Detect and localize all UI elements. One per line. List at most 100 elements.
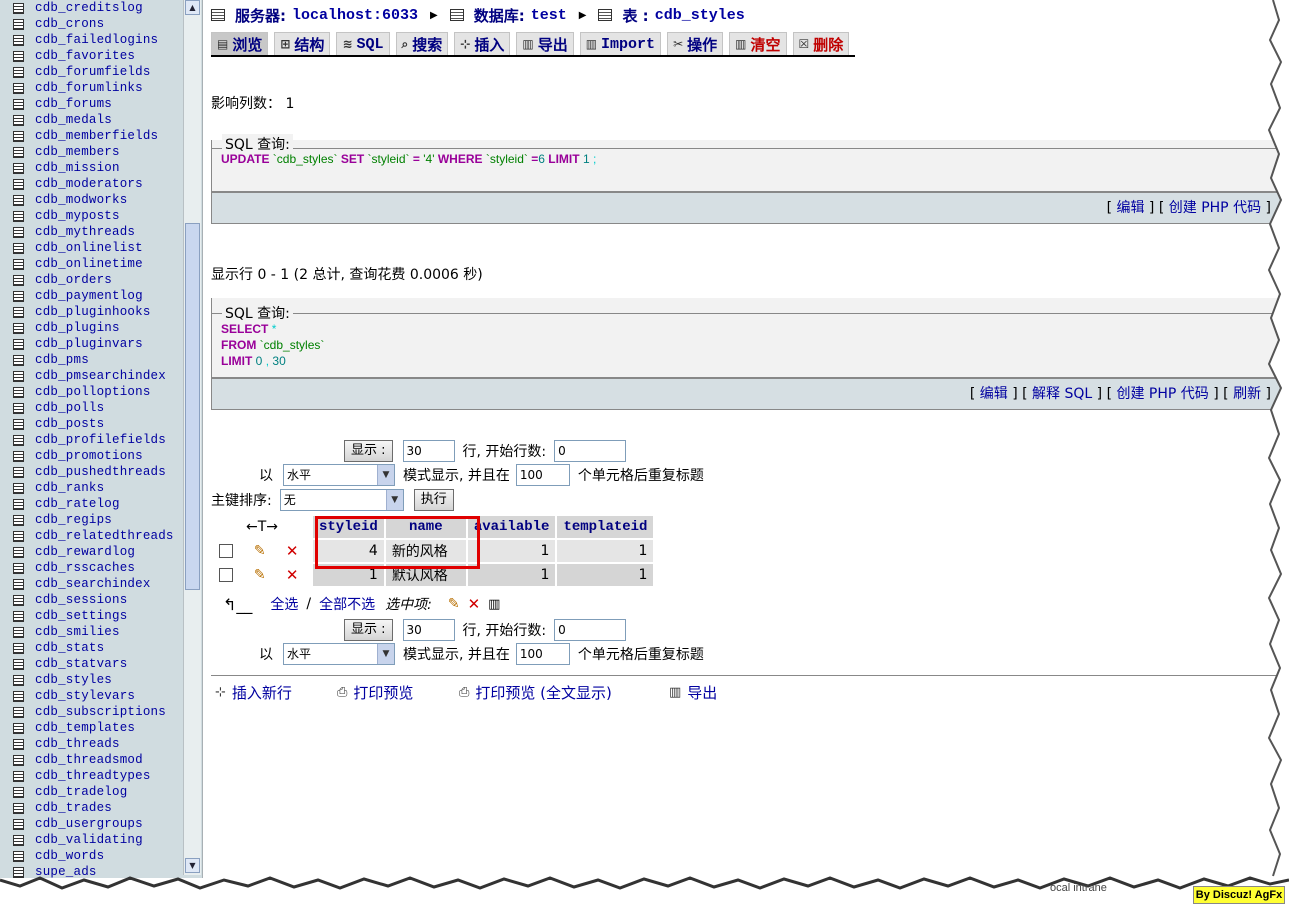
sidebar-table-item[interactable]: cdb_words — [0, 848, 182, 864]
sidebar-table-item[interactable]: cdb_myposts — [0, 208, 182, 224]
sidebar-table-link[interactable]: cdb_threadtypes — [35, 768, 151, 784]
mode-select[interactable]: 水平 ▼ — [283, 464, 395, 486]
scroll-up-button[interactable]: ▲ — [185, 0, 200, 15]
pencil-icon[interactable]: ✎ — [254, 543, 266, 559]
table-icon[interactable] — [13, 210, 24, 222]
table-icon[interactable] — [13, 754, 24, 766]
table-icon[interactable] — [13, 242, 24, 254]
table-icon[interactable] — [13, 850, 24, 862]
table-icon[interactable] — [13, 770, 24, 782]
sidebar-table-item[interactable]: cdb_pluginvars — [0, 336, 182, 352]
sidebar-table-item[interactable]: cdb_ranks — [0, 480, 182, 496]
sidebar-table-item[interactable]: cdb_forums — [0, 96, 182, 112]
table-icon[interactable] — [13, 34, 24, 46]
sidebar-table-link[interactable]: cdb_crons — [35, 16, 104, 32]
table-icon[interactable] — [13, 642, 24, 654]
sidebar-table-item[interactable]: cdb_mythreads — [0, 224, 182, 240]
table-icon[interactable] — [13, 578, 24, 590]
table-icon[interactable] — [13, 546, 24, 558]
sidebar-table-item[interactable]: cdb_regips — [0, 512, 182, 528]
sidebar-table-item[interactable]: cdb_onlinetime — [0, 256, 182, 272]
table-icon[interactable] — [13, 610, 24, 622]
export-link[interactable]: ▥ 导出 — [669, 682, 717, 703]
sidebar-table-item[interactable]: cdb_memberfields — [0, 128, 182, 144]
refresh-link[interactable]: 刷新 — [1233, 386, 1261, 402]
row-checkbox[interactable] — [219, 544, 233, 558]
sidebar-table-link[interactable]: cdb_relatedthreads — [35, 528, 174, 544]
sidebar-table-link[interactable]: cdb_threadsmod — [35, 752, 143, 768]
sidebar-table-item[interactable]: cdb_usergroups — [0, 816, 182, 832]
sidebar-table-link[interactable]: cdb_pluginvars — [35, 336, 143, 352]
sidebar-table-item[interactable]: cdb_onlinelist — [0, 240, 182, 256]
delete-icon[interactable]: ✕ — [286, 542, 299, 560]
sidebar-table-item[interactable]: cdb_forumfields — [0, 64, 182, 80]
table-icon[interactable] — [13, 338, 24, 350]
sidebar-table-item[interactable]: cdb_orders — [0, 272, 182, 288]
table-icon[interactable] — [13, 706, 24, 718]
sidebar-table-item[interactable]: cdb_stats — [0, 640, 182, 656]
sidebar-table-link[interactable]: cdb_ratelog — [35, 496, 120, 512]
sidebar-table-item[interactable]: cdb_moderators — [0, 176, 182, 192]
tab-9[interactable]: ☒ 删除 — [792, 32, 850, 55]
sidebar-table-link[interactable]: cdb_stylevars — [35, 688, 135, 704]
create-php-link[interactable]: 创建 PHP 代码 — [1116, 386, 1208, 402]
sidebar-table-link[interactable]: cdb_statvars — [35, 656, 127, 672]
rows-input[interactable]: 30 — [402, 619, 455, 641]
scroll-down-button[interactable]: ▼ — [185, 858, 200, 873]
table-icon[interactable] — [13, 258, 24, 270]
tab-0[interactable]: ▤ 浏览 — [211, 32, 269, 55]
table-icon[interactable] — [13, 834, 24, 846]
table-icon[interactable] — [13, 162, 24, 174]
table-icon[interactable] — [13, 722, 24, 734]
sidebar-table-link[interactable]: cdb_validating — [35, 832, 143, 848]
sidebar-table-link[interactable]: cdb_pmsearchindex — [35, 368, 166, 384]
sidebar-table-item[interactable]: cdb_ratelog — [0, 496, 182, 512]
sidebar-table-item[interactable]: cdb_mission — [0, 160, 182, 176]
check-all-link[interactable]: 全选 — [270, 594, 298, 614]
sidebar-table-item[interactable]: cdb_validating — [0, 832, 182, 848]
sidebar-table-link[interactable]: cdb_favorites — [35, 48, 135, 64]
sidebar-table-link[interactable]: cdb_pushedthreads — [35, 464, 166, 480]
table-icon[interactable] — [13, 450, 24, 462]
repeat-input[interactable]: 100 — [515, 464, 570, 486]
sidebar-table-link[interactable]: cdb_members — [35, 144, 120, 160]
sidebar-table-item[interactable]: cdb_pluginhooks — [0, 304, 182, 320]
sidebar-table-item[interactable]: cdb_styles — [0, 672, 182, 688]
sidebar-table-item[interactable]: cdb_crons — [0, 16, 182, 32]
sidebar-table-item[interactable]: cdb_threadtypes — [0, 768, 182, 784]
create-php-link[interactable]: 创建 PHP 代码 — [1169, 200, 1261, 216]
sidebar-table-link[interactable]: cdb_promotions — [35, 448, 143, 464]
table-icon[interactable] — [13, 498, 24, 510]
sidebar-table-link[interactable]: cdb_memberfields — [35, 128, 158, 144]
table-link[interactable]: cdb_styles — [655, 7, 745, 24]
sidebar-table-item[interactable]: cdb_polloptions — [0, 384, 182, 400]
table-icon[interactable] — [13, 290, 24, 302]
sidebar-table-link[interactable]: cdb_subscriptions — [35, 704, 166, 720]
table-icon[interactable] — [13, 306, 24, 318]
table-icon[interactable] — [13, 786, 24, 798]
edit-sql-link[interactable]: 编辑 — [980, 386, 1008, 402]
sidebar-table-item[interactable]: cdb_pushedthreads — [0, 464, 182, 480]
sidebar-table-item[interactable]: cdb_trades — [0, 800, 182, 816]
execute-button[interactable]: 执行 — [413, 489, 454, 511]
sidebar-table-item[interactable]: cdb_members — [0, 144, 182, 160]
table-icon[interactable] — [13, 146, 24, 158]
table-icon[interactable] — [13, 434, 24, 446]
explain-sql-link[interactable]: 解释 SQL — [1032, 386, 1092, 402]
table-icon[interactable] — [13, 594, 24, 606]
table-icon[interactable] — [13, 2, 24, 14]
sidebar-table-link[interactable]: cdb_polloptions — [35, 384, 151, 400]
sort-select[interactable]: 无 ▼ — [279, 489, 404, 511]
start-input[interactable]: 0 — [554, 440, 627, 462]
table-icon[interactable] — [13, 98, 24, 110]
table-icon[interactable] — [13, 530, 24, 542]
repeat-input[interactable]: 100 — [515, 643, 570, 665]
sidebar-table-link[interactable]: cdb_sessions — [35, 592, 127, 608]
table-icon[interactable] — [13, 354, 24, 366]
table-icon[interactable] — [13, 178, 24, 190]
table-icon[interactable] — [13, 674, 24, 686]
sidebar-table-link[interactable]: cdb_plugins — [35, 320, 120, 336]
delete-icon[interactable]: ✕ — [286, 566, 299, 584]
tab-2[interactable]: ≋ SQL — [336, 32, 390, 55]
sidebar-table-item[interactable]: cdb_sessions — [0, 592, 182, 608]
